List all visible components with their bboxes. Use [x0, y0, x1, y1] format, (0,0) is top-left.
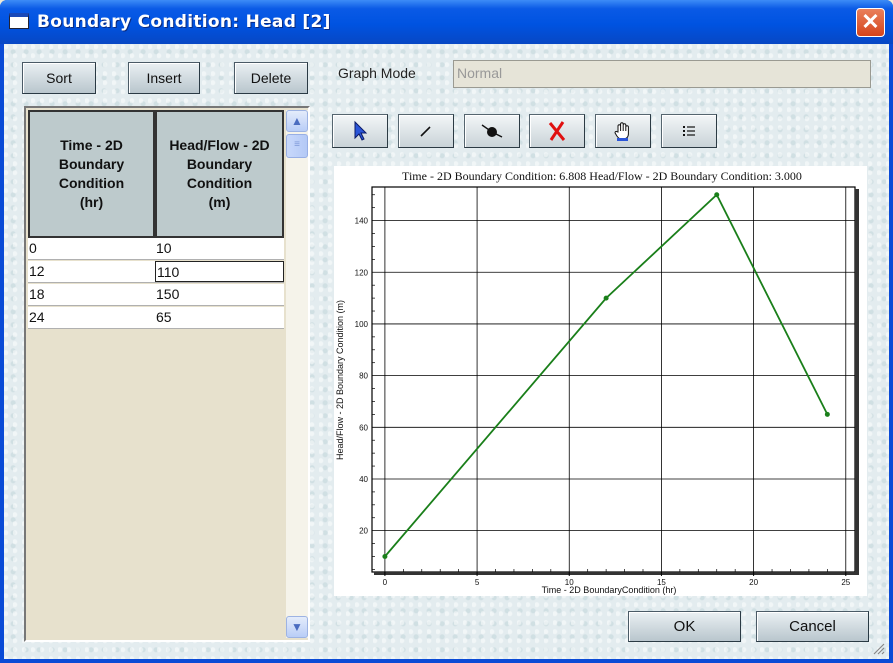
- y-tick-label: 100: [355, 320, 369, 329]
- graph-panel[interactable]: Time - 2D Boundary Condition: 6.808 Head…: [334, 166, 867, 596]
- line-tool-button[interactable]: [398, 114, 454, 148]
- window-icon: [9, 13, 29, 29]
- pan-tool-button[interactable]: [595, 114, 651, 148]
- x-tick-label: 5: [475, 578, 480, 587]
- vertical-scrollbar[interactable]: ▲ ≡ ▼: [286, 110, 308, 638]
- y-axis-label: Head/Flow - 2D Boundary Condition (m): [335, 300, 345, 460]
- scroll-up-button[interactable]: ▲: [286, 110, 308, 132]
- insert-button[interactable]: Insert: [128, 62, 200, 94]
- close-button[interactable]: ✕: [856, 8, 885, 37]
- list-tool-button[interactable]: [661, 114, 717, 148]
- plot-frame: [371, 186, 856, 573]
- line-icon: [420, 126, 431, 137]
- dialog-window: Boundary Condition: Head [2] ✕ Sort Inse…: [0, 0, 893, 663]
- dialog-body: Sort Insert Delete Graph Mode Normal Tim…: [4, 44, 889, 659]
- cursor-arrow-icon: [354, 120, 368, 141]
- table-cell[interactable]: 10: [155, 238, 284, 259]
- x-tick-label: 0: [383, 578, 388, 587]
- graph-mode-label: Graph Mode: [338, 65, 416, 81]
- table-cell[interactable]: 24: [28, 307, 155, 328]
- data-point[interactable]: [824, 411, 830, 417]
- hand-icon: [614, 122, 629, 141]
- table-row: 18 150: [28, 284, 284, 306]
- y-tick-label: 120: [355, 268, 369, 277]
- head-time-chart[interactable]: Time - 2D Boundary Condition: 6.808 Head…: [334, 166, 867, 596]
- table-row: 24 65: [28, 307, 284, 329]
- resize-grip-icon[interactable]: [873, 643, 885, 655]
- y-tick-label: 20: [359, 527, 368, 536]
- chart-title: Time - 2D Boundary Condition: 6.808 Head…: [402, 169, 802, 183]
- select-tool-button[interactable]: [332, 114, 388, 148]
- data-point[interactable]: [603, 295, 609, 301]
- x-tick-label: 20: [749, 578, 758, 587]
- scroll-thumb[interactable]: ≡: [286, 134, 308, 158]
- frame-shadow-bottom: [374, 572, 859, 575]
- y-tick-label: 140: [355, 217, 369, 226]
- x-tick-label: 25: [841, 578, 850, 587]
- table-row: 0 10: [28, 238, 284, 260]
- delete-x-icon: [548, 120, 566, 141]
- column-header-time[interactable]: Time - 2D Boundary Condition (hr): [28, 110, 155, 238]
- window-title: Boundary Condition: Head [2]: [37, 12, 331, 32]
- table-cell-selected[interactable]: 110: [155, 261, 284, 282]
- table-cell[interactable]: 65: [155, 307, 284, 328]
- y-tick-label: 60: [359, 423, 368, 432]
- frame-shadow-right: [855, 189, 859, 574]
- column-header-head-flow[interactable]: Head/Flow - 2D Boundary Condition (m): [155, 110, 284, 238]
- scroll-down-button[interactable]: ▼: [286, 616, 308, 638]
- y-tick-label: 80: [359, 372, 368, 381]
- data-grid: Time - 2D Boundary Condition (hr) Head/F…: [24, 106, 310, 642]
- data-point[interactable]: [714, 192, 720, 198]
- graph-mode-field[interactable]: Normal: [453, 60, 871, 88]
- table-cell[interactable]: 18: [28, 284, 155, 305]
- delete-button[interactable]: Delete: [234, 62, 308, 94]
- title-bar[interactable]: Boundary Condition: Head [2] ✕: [0, 0, 893, 44]
- delete-point-tool-button[interactable]: [529, 114, 585, 148]
- table-row: 12 110: [28, 261, 284, 283]
- ok-button[interactable]: OK: [628, 611, 741, 642]
- table-cell[interactable]: 12: [28, 261, 155, 282]
- x-axis-label: Time - 2D BoundaryCondition (hr): [542, 585, 677, 595]
- sort-button[interactable]: Sort: [22, 62, 96, 94]
- point-icon: [481, 124, 503, 138]
- cancel-button[interactable]: Cancel: [756, 611, 869, 642]
- table-cell[interactable]: 0: [28, 238, 155, 259]
- point-tool-button[interactable]: [464, 114, 520, 148]
- list-icon: [683, 125, 695, 136]
- y-tick-label: 40: [359, 475, 368, 484]
- data-point[interactable]: [382, 553, 388, 559]
- table-cell[interactable]: 150: [155, 284, 284, 305]
